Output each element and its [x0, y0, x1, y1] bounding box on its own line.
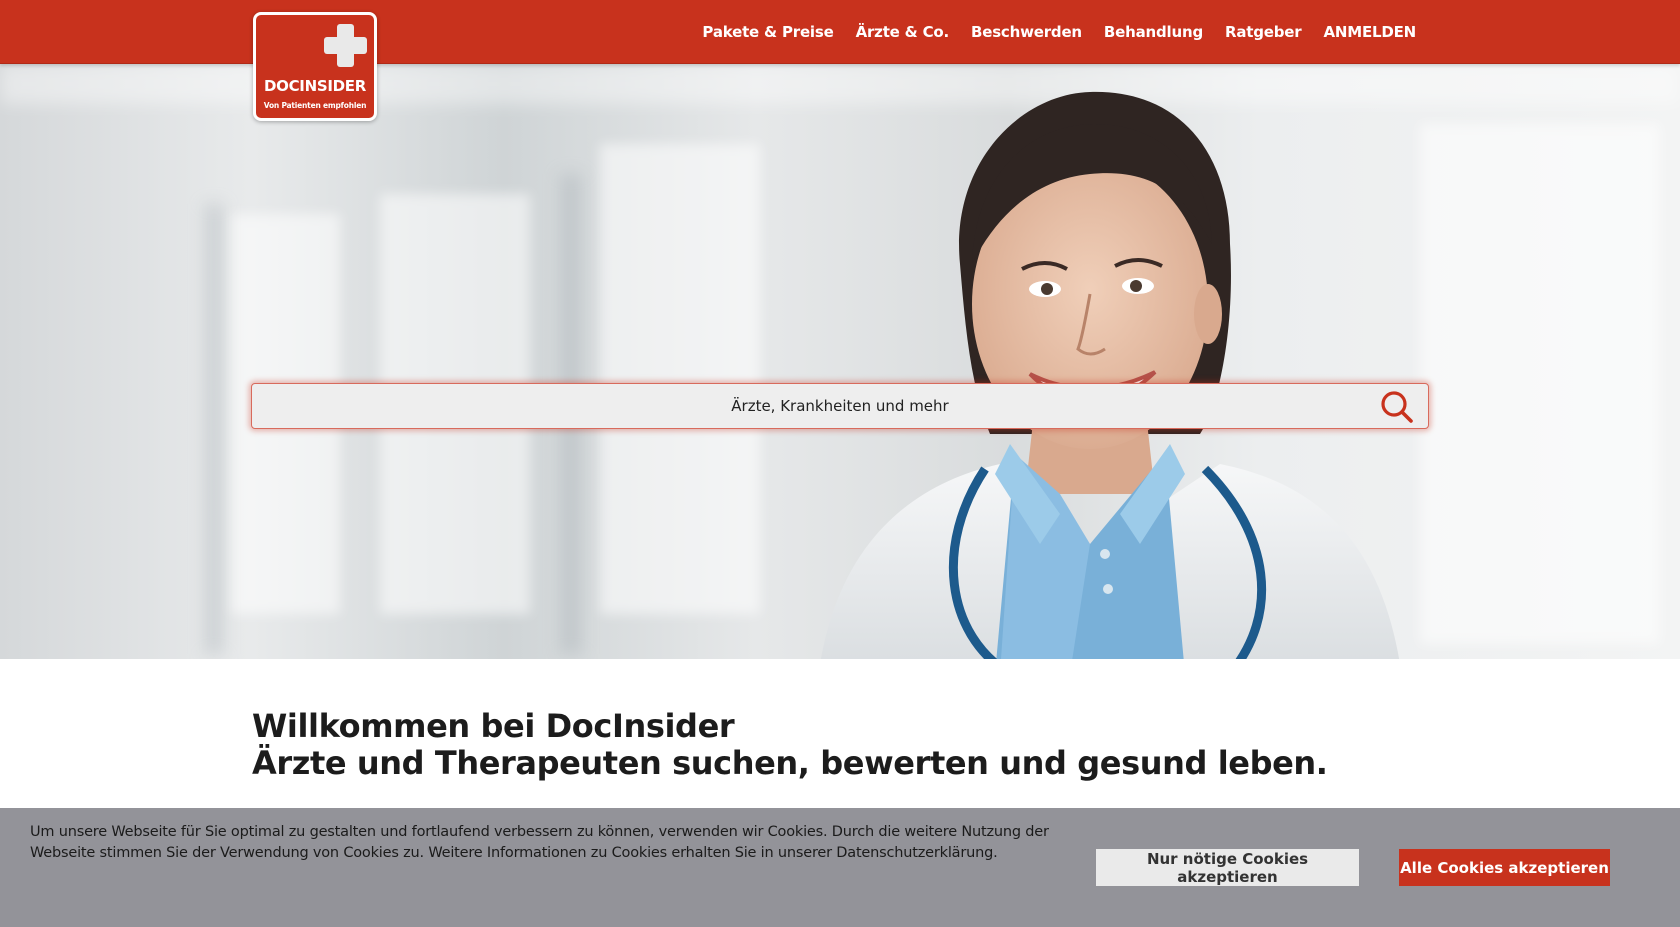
nav-item-anmelden[interactable]: ANMELDEN [1323, 23, 1416, 41]
welcome-title: Willkommen bei DocInsider Ärzte und Ther… [252, 708, 1328, 782]
background-pillar [205, 204, 223, 654]
hero-banner [0, 64, 1680, 659]
main-nav: Pakete & Preise Ärzte & Co. Beschwerden … [680, 0, 1416, 64]
search-icon[interactable] [1380, 390, 1414, 424]
logo-tagline: Von Patienten empfohlen [263, 101, 367, 110]
doctor-portrait-image [820, 91, 1400, 659]
background-window [600, 144, 760, 614]
accept-necessary-cookies-button[interactable]: Nur nötige Cookies akzeptieren [1096, 849, 1359, 886]
nav-item-behandlung[interactable]: Behandlung [1104, 23, 1203, 41]
cookie-banner: Um unsere Webseite für Sie optimal zu ge… [0, 808, 1680, 927]
privacy-policy-link[interactable]: Datenschutzerklärung [836, 845, 993, 861]
nav-item-beschwerden[interactable]: Beschwerden [971, 23, 1082, 41]
logo-brand-name: DOCINSIDER [264, 77, 366, 95]
welcome-title-line1: Willkommen bei DocInsider [252, 707, 735, 745]
cookie-message: Um unsere Webseite für Sie optimal zu ge… [30, 822, 1110, 864]
top-header: Pakete & Preise Ärzte & Co. Beschwerden … [0, 0, 1680, 64]
welcome-section: Willkommen bei DocInsider Ärzte und Ther… [252, 708, 1328, 782]
nav-item-aerzte[interactable]: Ärzte & Co. [856, 23, 950, 41]
search-input[interactable] [252, 384, 1428, 428]
nav-item-ratgeber[interactable]: Ratgeber [1225, 23, 1302, 41]
accept-all-cookies-button[interactable]: Alle Cookies akzeptieren [1399, 849, 1610, 886]
nav-item-pakete-preise[interactable]: Pakete & Preise [702, 23, 833, 41]
welcome-title-line2: Ärzte und Therapeuten suchen, bewerten u… [252, 744, 1328, 782]
medical-cross-icon [322, 22, 369, 69]
search-bar [251, 383, 1429, 429]
cookie-message-suffix: . [993, 845, 998, 861]
docinsider-logo[interactable]: DOCINSIDER Von Patienten empfohlen [253, 12, 377, 121]
